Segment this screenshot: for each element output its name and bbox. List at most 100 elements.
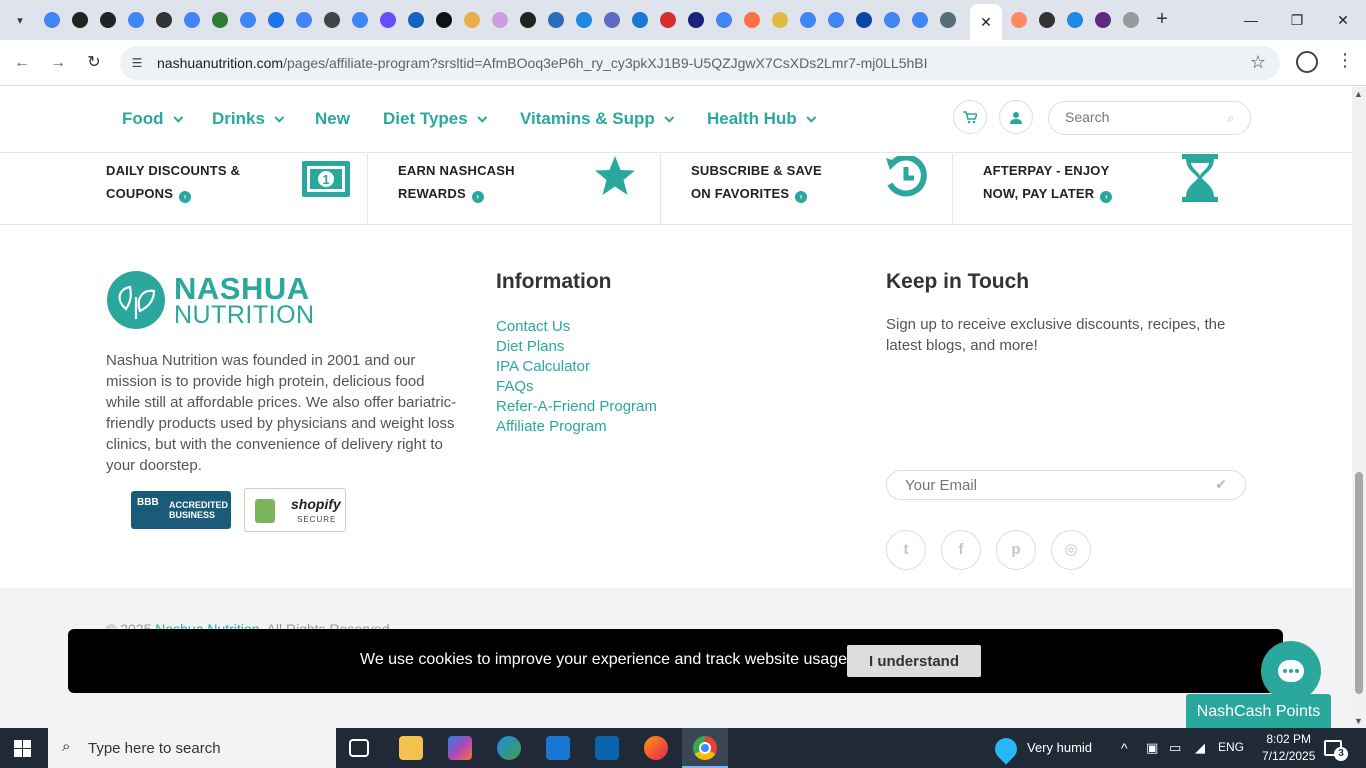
browser-tab[interactable]: [66, 8, 94, 32]
browser-tab[interactable]: [542, 8, 570, 32]
browser-tab[interactable]: [1005, 8, 1033, 32]
browser-tab[interactable]: [94, 8, 122, 32]
bookmark-star-icon[interactable]: ☆: [1250, 52, 1266, 73]
edge-icon[interactable]: [497, 736, 521, 760]
taskbar-search[interactable]: ⌕ Type here to search: [48, 728, 336, 768]
perk-subscribe[interactable]: SUBSCRIBE & SAVE ON FAVORITES ›: [691, 154, 941, 225]
browser-tab[interactable]: [710, 8, 738, 32]
scroll-thumb[interactable]: [1355, 472, 1363, 694]
scroll-up-icon[interactable]: ▲: [1354, 89, 1363, 99]
perk-afterpay[interactable]: AFTERPAY - ENJOY NOW, PAY LATER ›: [983, 154, 1233, 225]
back-icon[interactable]: ←: [9, 50, 35, 76]
perk-nashcash[interactable]: EARN NASHCASH REWARDS ›: [398, 154, 648, 225]
weather-text[interactable]: Very humid: [1027, 740, 1092, 755]
email-field[interactable]: [905, 477, 1195, 494]
facebook-icon[interactable]: f: [941, 530, 981, 570]
browser-tab[interactable]: [206, 8, 234, 32]
browser-tab[interactable]: [626, 8, 654, 32]
link-ipa-calculator[interactable]: IPA Calculator: [496, 357, 657, 377]
nashcash-points-button[interactable]: NashCash Points: [1186, 694, 1331, 728]
browser-tab[interactable]: [654, 8, 682, 32]
nav-health-hub[interactable]: Health Hub: [707, 109, 817, 129]
browser-tab[interactable]: [1033, 8, 1061, 32]
show-hidden-icons[interactable]: ^: [1121, 740, 1128, 756]
page-scrollbar[interactable]: ▲ ▼: [1352, 87, 1366, 728]
browser-tab[interactable]: [682, 8, 710, 32]
browser-tab[interactable]: [234, 8, 262, 32]
reload-icon[interactable]: ↻: [81, 50, 107, 76]
browser-tab[interactable]: [402, 8, 430, 32]
browser-tab[interactable]: [570, 8, 598, 32]
task-view-icon[interactable]: [349, 739, 369, 757]
nav-food[interactable]: Food: [122, 109, 183, 129]
perk-discounts[interactable]: DAILY DISCOUNTS & COUPONS › 1: [106, 154, 356, 225]
search-box[interactable]: ⌕: [1048, 101, 1251, 135]
clock[interactable]: 8:02 PM 7/12/2025: [1262, 731, 1315, 765]
browser-tab[interactable]: [346, 8, 374, 32]
address-bar[interactable]: ☰ nashuanutrition.com/pages/affiliate-pr…: [120, 46, 1280, 80]
scroll-down-icon[interactable]: ▼: [1354, 716, 1363, 726]
meet-now-icon[interactable]: ▣: [1146, 740, 1158, 756]
browser-tab[interactable]: [486, 8, 514, 32]
browser-tab[interactable]: [738, 8, 766, 32]
browser-tab[interactable]: [262, 8, 290, 32]
chat-button[interactable]: [1261, 641, 1321, 701]
instagram-icon[interactable]: ◎: [1051, 530, 1091, 570]
shopify-secure-badge[interactable]: shopify SECURE: [244, 488, 346, 532]
profile-icon[interactable]: [1296, 51, 1318, 73]
link-contact-us[interactable]: Contact Us: [496, 317, 657, 337]
bbb-accredited-badge[interactable]: BBB ACCREDITED BUSINESS: [131, 491, 231, 529]
active-tab[interactable]: ✕: [970, 4, 1002, 40]
browser-tab[interactable]: [598, 8, 626, 32]
twitter-icon[interactable]: t: [886, 530, 926, 570]
minimize-icon[interactable]: —: [1228, 6, 1274, 34]
browser-tab[interactable]: [178, 8, 206, 32]
browser-tab[interactable]: [794, 8, 822, 32]
browser-tab[interactable]: [1061, 8, 1089, 32]
search-input[interactable]: [1065, 109, 1215, 125]
account-button[interactable]: [999, 100, 1033, 134]
browser-tab[interactable]: [430, 8, 458, 32]
browser-tab[interactable]: [374, 8, 402, 32]
browser-tab[interactable]: [38, 8, 66, 32]
file-explorer-icon[interactable]: [399, 736, 423, 760]
url-text[interactable]: nashuanutrition.com/pages/affiliate-prog…: [157, 55, 928, 71]
cart-button[interactable]: [953, 100, 987, 134]
network-icon[interactable]: ◢: [1195, 740, 1205, 756]
outlook-icon[interactable]: [595, 736, 619, 760]
link-refer-a-friend[interactable]: Refer-A-Friend Program: [496, 397, 657, 417]
forward-icon[interactable]: →: [45, 50, 71, 76]
tab-search-icon[interactable]: ▾: [8, 8, 32, 32]
browser-tab[interactable]: [1117, 8, 1145, 32]
submit-check-icon[interactable]: ✔: [1215, 476, 1227, 493]
cookie-accept-button[interactable]: I understand: [847, 645, 981, 677]
browser-tab[interactable]: [514, 8, 542, 32]
link-affiliate-program[interactable]: Affiliate Program: [496, 417, 657, 437]
browser-tab[interactable]: [1089, 8, 1117, 32]
browser-tab[interactable]: [878, 8, 906, 32]
browser-tab[interactable]: [934, 8, 962, 32]
windows-start-icon[interactable]: [14, 740, 31, 757]
firefox-icon[interactable]: [644, 736, 668, 760]
restore-icon[interactable]: ❐: [1274, 6, 1320, 34]
nav-diet-types[interactable]: Diet Types: [383, 109, 487, 129]
search-icon[interactable]: ⌕: [1227, 111, 1234, 126]
language-indicator[interactable]: ENG: [1218, 740, 1244, 754]
nav-drinks[interactable]: Drinks: [212, 109, 285, 129]
browser-tab[interactable]: [122, 8, 150, 32]
browser-tab[interactable]: [318, 8, 346, 32]
newsletter-form[interactable]: ✔: [886, 470, 1246, 500]
store-icon[interactable]: [546, 736, 570, 760]
link-diet-plans[interactable]: Diet Plans: [496, 337, 657, 357]
pinterest-icon[interactable]: p: [996, 530, 1036, 570]
nashua-logo[interactable]: NASHUA NUTRITION: [106, 269, 314, 331]
browser-tab[interactable]: [766, 8, 794, 32]
new-tab-button[interactable]: +: [1150, 8, 1174, 32]
copilot-icon[interactable]: [448, 736, 472, 760]
browser-tab[interactable]: [850, 8, 878, 32]
browser-tab[interactable]: [458, 8, 486, 32]
site-info-icon[interactable]: ☰: [128, 54, 146, 72]
browser-tab[interactable]: [150, 8, 178, 32]
browser-tab[interactable]: [906, 8, 934, 32]
link-faqs[interactable]: FAQs: [496, 377, 657, 397]
